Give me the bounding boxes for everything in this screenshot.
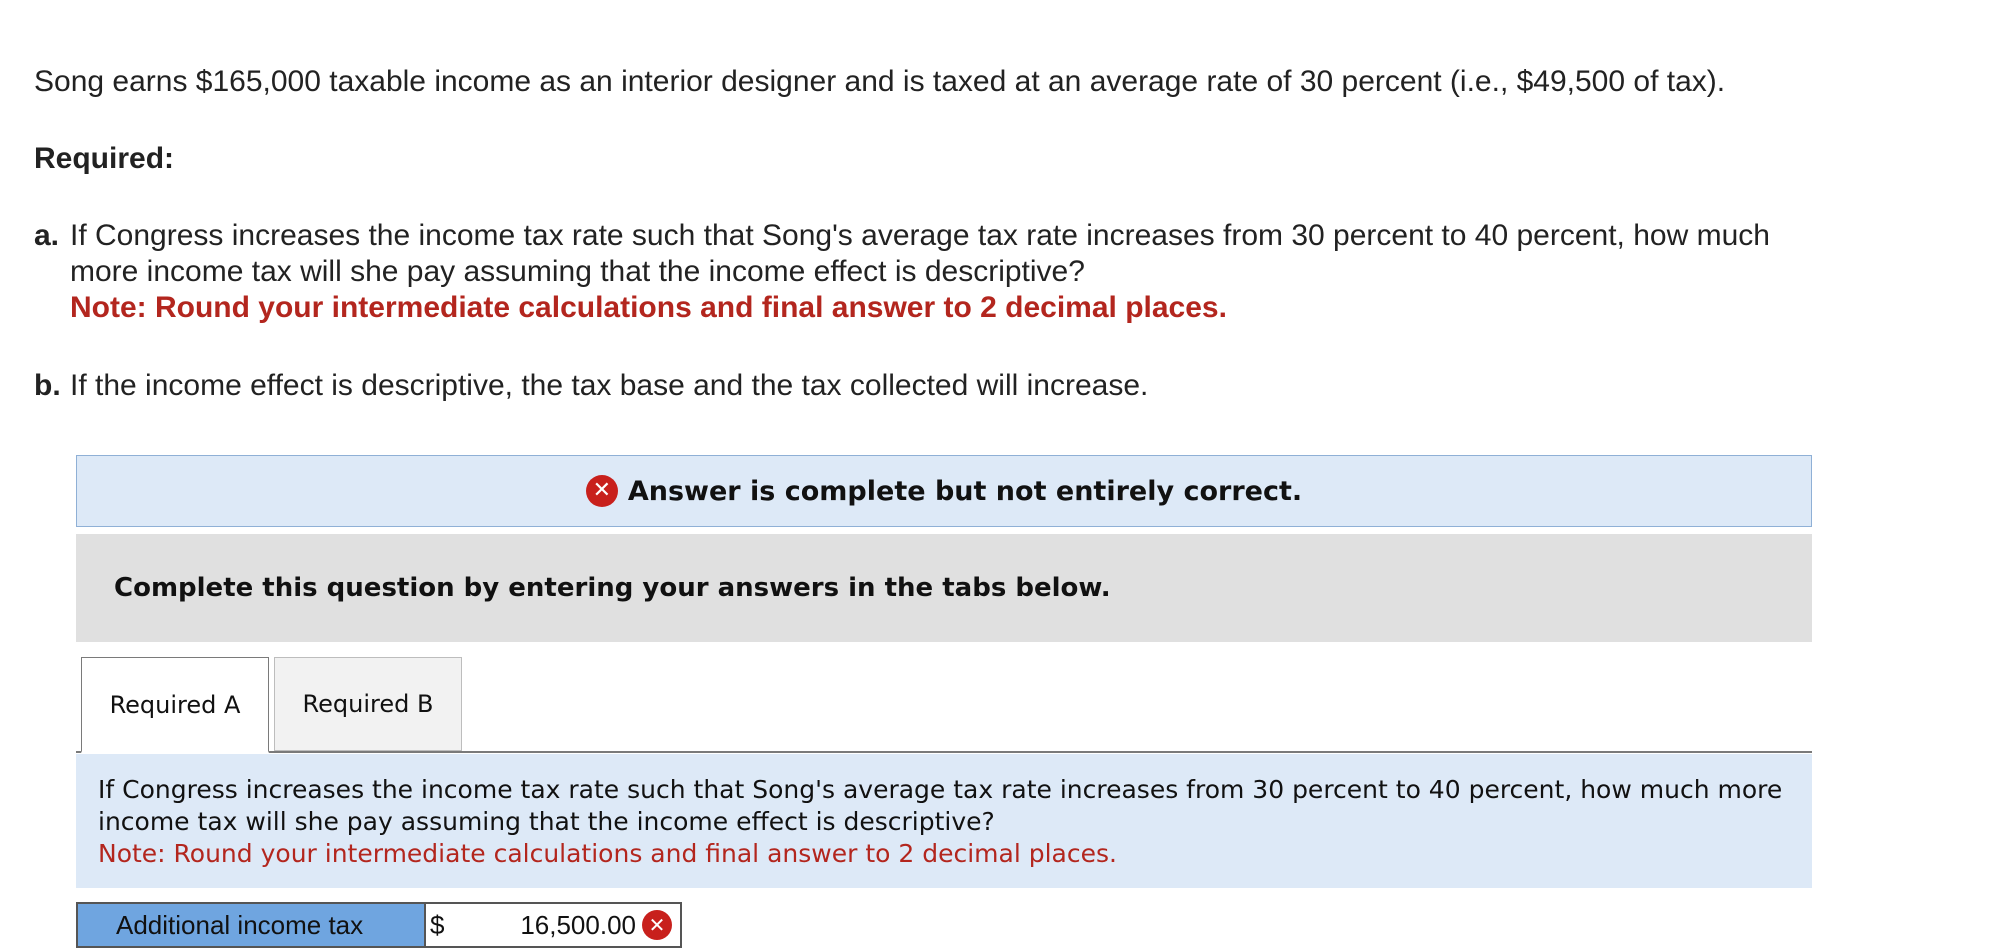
answer-row: Additional income tax $ 16,500.00 ✕ (76, 902, 682, 948)
problem-intro: Song earns $165,000 taxable income as an… (34, 65, 1726, 98)
question-b-text: If the income effect is descriptive, the… (70, 369, 1149, 402)
instructions-box: Complete this question by entering your … (76, 534, 1812, 642)
tab-panel: If Congress increases the income tax rat… (76, 754, 1812, 888)
answer-cell: $ 16,500.00 ✕ (426, 904, 680, 946)
answer-label: Additional income tax (78, 904, 426, 946)
tab-required-a[interactable]: Required A (81, 657, 269, 753)
panel-note: Note: Round your intermediate calculatio… (98, 839, 1117, 868)
question-a-line2: more income tax will she pay assuming th… (70, 255, 1085, 288)
panel-question-text: If Congress increases the income tax rat… (98, 775, 1783, 836)
question-a-line1: If Congress increases the income tax rat… (70, 219, 1770, 252)
result-banner: ✕ Answer is complete but not entirely co… (76, 455, 1812, 527)
question-b: b. If the income effect is descriptive, t… (34, 368, 1934, 404)
question-b-letter: b. (34, 369, 61, 402)
currency-symbol: $ (430, 909, 445, 940)
instructions-text: Complete this question by entering your … (114, 573, 1111, 603)
cropped-top-text (30, 0, 670, 4)
question-a-note: Note: Round your intermediate calculatio… (70, 291, 1227, 324)
question-a: a. If Congress increases the income tax r… (34, 218, 1934, 326)
question-a-letter: a. (34, 219, 60, 252)
result-banner-text: Answer is complete but not entirely corr… (627, 475, 1303, 507)
tab-required-b[interactable]: Required B (274, 657, 462, 751)
incorrect-x-icon: ✕ (642, 910, 672, 940)
tab-bar: Required A Required B (76, 657, 1812, 753)
x-circle-icon: ✕ (585, 475, 618, 507)
additional-income-tax-input[interactable]: 16,500.00 (460, 910, 642, 941)
required-heading: Required: (34, 142, 175, 175)
